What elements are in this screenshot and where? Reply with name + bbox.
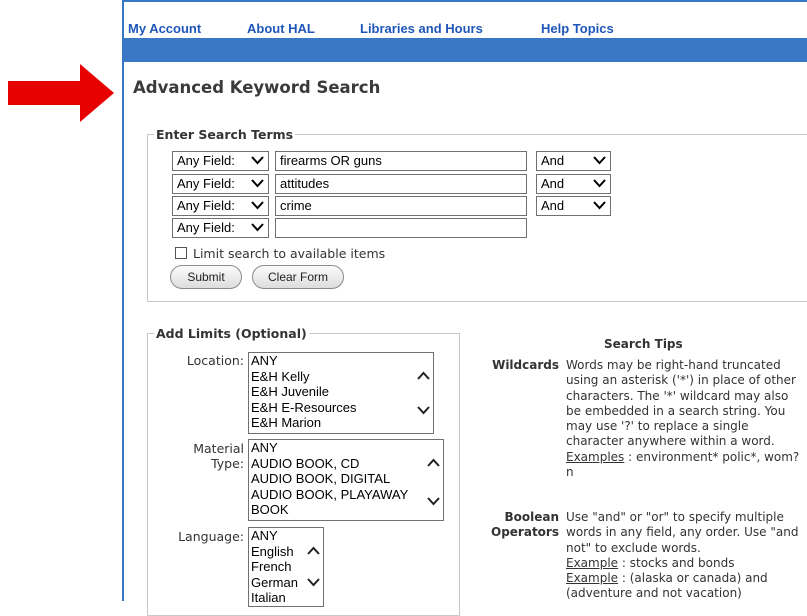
list-item[interactable]: BOOK bbox=[249, 502, 443, 518]
list-item[interactable]: AUDIO BOOK, PLAYAWAY bbox=[249, 487, 443, 503]
field-select-value: Any Field: bbox=[177, 176, 235, 191]
list-item[interactable]: E&H E-Resources bbox=[249, 400, 433, 416]
chevron-down-icon bbox=[593, 201, 606, 210]
field-select-3[interactable]: Any Field: bbox=[172, 196, 269, 216]
clear-form-button[interactable]: Clear Form bbox=[252, 265, 344, 289]
boolean-description: Use "and" or "or" to specify multiple wo… bbox=[566, 510, 802, 602]
chevron-up-icon[interactable] bbox=[307, 546, 320, 556]
list-item[interactable]: E&H Kelly bbox=[249, 369, 433, 385]
limits-legend: Add Limits (Optional) bbox=[156, 326, 307, 341]
field-select-value: Any Field: bbox=[177, 198, 235, 213]
material-type-listbox[interactable]: ANY AUDIO BOOK, CD AUDIO BOOK, DIGITAL A… bbox=[248, 439, 444, 521]
search-term-input-3[interactable]: crime bbox=[275, 196, 527, 216]
example-label: Example bbox=[566, 571, 619, 586]
field-select-1[interactable]: Any Field: bbox=[172, 151, 269, 171]
operator-select-1[interactable]: And bbox=[536, 151, 611, 171]
material-label-line1: Material bbox=[193, 441, 244, 456]
search-term-input-2[interactable]: attitudes bbox=[275, 174, 527, 194]
list-item[interactable]: E&H Juvenile bbox=[249, 384, 433, 400]
scrollbar[interactable] bbox=[306, 528, 323, 606]
page-title: Advanced Keyword Search bbox=[133, 78, 381, 97]
nav-help-topics[interactable]: Help Topics bbox=[541, 21, 614, 36]
list-item[interactable]: E&H Marion bbox=[249, 415, 433, 431]
chevron-down-icon[interactable] bbox=[427, 496, 440, 506]
top-navigation: My Account About HAL Libraries and Hours… bbox=[124, 2, 807, 38]
example-label: Example bbox=[566, 555, 619, 570]
field-select-value: Any Field: bbox=[177, 220, 235, 235]
chevron-down-icon[interactable] bbox=[417, 405, 430, 415]
operator-value: And bbox=[541, 198, 565, 213]
chevron-up-icon[interactable] bbox=[427, 458, 440, 468]
nav-libraries-hours[interactable]: Libraries and Hours bbox=[360, 21, 483, 36]
operator-value: And bbox=[541, 153, 565, 168]
header-bar bbox=[124, 38, 807, 62]
limit-available-label: Limit search to available items bbox=[193, 246, 386, 261]
field-select-2[interactable]: Any Field: bbox=[172, 174, 269, 194]
search-term-input-4[interactable] bbox=[275, 218, 527, 238]
operator-value: And bbox=[541, 176, 565, 191]
list-item[interactable]: AUDIO BOOK, DIGITAL bbox=[249, 471, 443, 487]
search-term-input-1[interactable]: firearms OR guns bbox=[275, 151, 527, 171]
material-type-label: Material Type: bbox=[150, 441, 244, 471]
location-listbox[interactable]: ANY E&H Kelly E&H Juvenile E&H E-Resourc… bbox=[248, 352, 434, 434]
limit-available-checkbox[interactable] bbox=[175, 247, 187, 259]
chevron-down-icon bbox=[251, 156, 264, 165]
list-item[interactable]: AUDIO BOOK, CD bbox=[249, 456, 443, 472]
wildcards-term: Wildcards bbox=[492, 358, 559, 372]
list-item[interactable]: ANY bbox=[249, 440, 443, 456]
boolean-example-1: : stocks and bonds bbox=[621, 555, 735, 570]
search-terms-legend: Enter Search Terms bbox=[156, 127, 294, 142]
scrollbar[interactable] bbox=[416, 353, 433, 433]
wildcards-text: Words may be right-hand truncated using … bbox=[566, 358, 796, 449]
chevron-down-icon bbox=[251, 223, 264, 232]
chevron-down-icon bbox=[593, 156, 606, 165]
submit-button[interactable]: Submit bbox=[170, 265, 242, 289]
operator-select-2[interactable]: And bbox=[536, 174, 611, 194]
list-item[interactable]: ANY bbox=[249, 353, 433, 369]
language-label: Language: bbox=[178, 529, 244, 544]
boolean-term-line2: Operators bbox=[491, 525, 559, 539]
nav-about-hal[interactable]: About HAL bbox=[247, 21, 315, 36]
nav-my-account[interactable]: My Account bbox=[128, 21, 201, 36]
red-arrow-icon bbox=[8, 64, 114, 122]
material-label-line2: Type: bbox=[211, 456, 244, 471]
examples-label: Examples bbox=[566, 449, 625, 464]
boolean-text: Use "and" or "or" to specify multiple wo… bbox=[566, 510, 799, 555]
search-tips-heading: Search Tips bbox=[604, 337, 683, 351]
chevron-down-icon[interactable] bbox=[307, 577, 320, 587]
location-label: Location: bbox=[186, 353, 244, 368]
field-select-value: Any Field: bbox=[177, 153, 235, 168]
chevron-down-icon bbox=[593, 179, 606, 188]
chevron-up-icon[interactable] bbox=[417, 371, 430, 381]
boolean-term-line1: Boolean bbox=[504, 510, 559, 524]
field-select-4[interactable]: Any Field: bbox=[172, 218, 269, 238]
scrollbar[interactable] bbox=[426, 440, 443, 520]
wildcards-description: Words may be right-hand truncated using … bbox=[566, 358, 802, 480]
operator-select-3[interactable]: And bbox=[536, 196, 611, 216]
boolean-operators-term: Boolean Operators bbox=[476, 510, 559, 540]
language-listbox[interactable]: ANY English French German Italian bbox=[248, 527, 324, 607]
chevron-down-icon bbox=[251, 179, 264, 188]
chevron-down-icon bbox=[251, 201, 264, 210]
